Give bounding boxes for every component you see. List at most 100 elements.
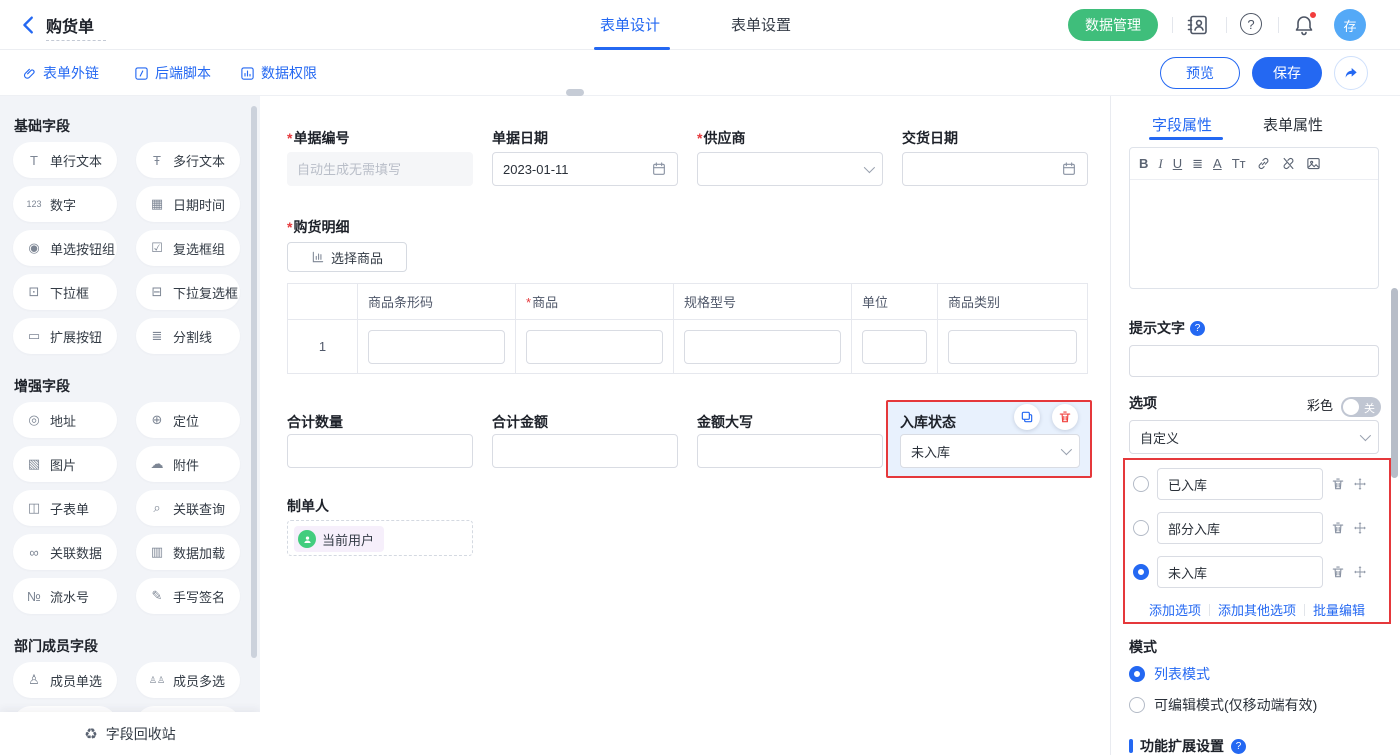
- sidebar-item-linked-query[interactable]: ⌕关联查询: [136, 490, 240, 526]
- delete-field-button[interactable]: [1052, 404, 1078, 430]
- option-value-input[interactable]: [1157, 512, 1323, 544]
- option-radio[interactable]: [1133, 520, 1149, 536]
- unit-input[interactable]: [862, 330, 927, 364]
- avatar[interactable]: 存: [1334, 9, 1366, 41]
- data-permission-link[interactable]: 数据权限: [240, 63, 317, 83]
- creator-field[interactable]: 当前用户: [287, 520, 473, 556]
- spec-input[interactable]: [684, 330, 841, 364]
- sidebar-item-datetime[interactable]: ▦日期时间: [136, 186, 240, 222]
- pick-product-button[interactable]: 选择商品: [287, 242, 407, 272]
- supplier-select[interactable]: [697, 152, 883, 186]
- hint-text-input[interactable]: [1129, 345, 1379, 377]
- notification-bell-icon[interactable]: [1292, 13, 1316, 37]
- scrollbar-thumb[interactable]: [566, 89, 584, 96]
- sidebar-item-single-line-text[interactable]: T单行文本: [13, 142, 117, 178]
- insert-image-icon[interactable]: [1306, 156, 1321, 171]
- calendar-icon: [1061, 161, 1077, 177]
- data-manage-button[interactable]: 数据管理: [1068, 9, 1158, 41]
- total-amount-input[interactable]: [492, 434, 678, 468]
- hint-help-icon[interactable]: ?: [1190, 321, 1205, 336]
- form-title[interactable]: 购货单: [46, 13, 94, 37]
- help-icon[interactable]: ?: [1240, 13, 1262, 35]
- sidebar-item-extend-button[interactable]: ▭扩展按钮: [13, 318, 117, 354]
- sidebar-item-signature[interactable]: ✎手写签名: [136, 578, 240, 614]
- category-input[interactable]: [948, 330, 1077, 364]
- sidebar-item-linked-data[interactable]: ∞关联数据: [13, 534, 117, 570]
- barcode-input[interactable]: [368, 330, 505, 364]
- save-button[interactable]: 保存: [1252, 57, 1322, 89]
- option-value-input[interactable]: [1157, 468, 1323, 500]
- preview-button[interactable]: 预览: [1160, 57, 1240, 89]
- option-radio[interactable]: [1133, 476, 1149, 492]
- color-toggle[interactable]: 关: [1341, 397, 1381, 417]
- delete-option-icon[interactable]: [1331, 477, 1345, 491]
- tab-form-properties[interactable]: 表单属性: [1263, 114, 1323, 135]
- italic-icon[interactable]: I: [1158, 156, 1162, 172]
- extension-help-icon[interactable]: ?: [1231, 739, 1246, 754]
- sidebar-item-data-load[interactable]: ▥数据加载: [136, 534, 240, 570]
- form-design-canvas: *单据编号 单据日期 2023-01-11 *供应商 交货日期 *购货明细 选择…: [260, 96, 1110, 755]
- selected-field-stock-status[interactable]: 入库状态 未入库: [886, 400, 1092, 478]
- sidebar-scrollbar-thumb[interactable]: [251, 106, 257, 658]
- richtext-content[interactable]: [1130, 180, 1378, 288]
- mode-editable[interactable]: 可编辑模式(仅移动端有效): [1129, 695, 1317, 715]
- divider: [1278, 17, 1279, 33]
- share-button[interactable]: [1334, 56, 1368, 90]
- align-icon[interactable]: ≣: [1192, 156, 1203, 172]
- sidebar-item-image[interactable]: ▧图片: [13, 446, 117, 482]
- sidebar-item-subform[interactable]: ◫子表单: [13, 490, 117, 526]
- sidebar-item-checkbox-group[interactable]: ☑复选框组: [136, 230, 240, 266]
- sidebar-item-address[interactable]: ◎地址: [13, 402, 117, 438]
- link-icon[interactable]: [1256, 156, 1271, 171]
- stock-status-select[interactable]: 未入库: [900, 434, 1080, 468]
- sidebar-item-location[interactable]: ⊕定位: [136, 402, 240, 438]
- sidebar-item-select[interactable]: ⊡下拉框: [13, 274, 117, 310]
- copy-field-button[interactable]: [1014, 404, 1040, 430]
- option-row: [1133, 512, 1383, 544]
- bold-icon[interactable]: B: [1139, 156, 1148, 171]
- sidebar-item-attachment[interactable]: ☁附件: [136, 446, 240, 482]
- sidebar-item-member-multi[interactable]: ♙♙成员多选: [136, 662, 240, 698]
- tab-field-properties[interactable]: 字段属性: [1152, 114, 1212, 135]
- product-input[interactable]: [526, 330, 663, 364]
- delete-option-icon[interactable]: [1331, 521, 1345, 535]
- unlink-icon[interactable]: [1281, 156, 1296, 171]
- col-category: 商品类别: [938, 284, 1088, 320]
- contacts-book-icon[interactable]: [1186, 13, 1210, 37]
- option-value-input[interactable]: [1157, 556, 1323, 588]
- underline-icon[interactable]: U: [1173, 156, 1182, 171]
- font-color-icon[interactable]: A: [1213, 156, 1222, 171]
- back-button[interactable]: [18, 14, 40, 36]
- field-recycle-bin[interactable]: ♻ 字段回收站: [0, 712, 260, 755]
- tab-form-design[interactable]: 表单设计: [600, 14, 660, 35]
- sidebar-item-number[interactable]: 123数字: [13, 186, 117, 222]
- tab-form-settings[interactable]: 表单设置: [731, 14, 791, 35]
- doc-date-input[interactable]: 2023-01-11: [492, 152, 678, 186]
- sidebar-item-multi-select[interactable]: ⊟下拉复选框: [136, 274, 240, 310]
- sidebar-item-member-single[interactable]: ♙成员单选: [13, 662, 117, 698]
- batch-edit-link[interactable]: 批量编辑: [1313, 600, 1365, 619]
- label-richtext-editor[interactable]: B I U ≣ A Tᴛ: [1129, 147, 1379, 289]
- mode-list[interactable]: 列表模式: [1129, 664, 1210, 684]
- sidebar-item-radio-group[interactable]: ◉单选按钮组: [13, 230, 117, 266]
- panel-scrollbar-thumb[interactable]: [1391, 288, 1398, 478]
- doc-no-input[interactable]: [287, 152, 473, 186]
- copy-icon: [1020, 410, 1034, 424]
- delete-option-icon[interactable]: [1331, 565, 1345, 579]
- move-option-icon[interactable]: [1353, 521, 1367, 535]
- delivery-date-input[interactable]: [902, 152, 1088, 186]
- add-other-option-link[interactable]: 添加其他选项: [1218, 600, 1296, 619]
- backend-script-link[interactable]: 后端脚本: [134, 63, 211, 83]
- move-option-icon[interactable]: [1353, 565, 1367, 579]
- total-qty-input[interactable]: [287, 434, 473, 468]
- add-option-link[interactable]: 添加选项: [1149, 600, 1201, 619]
- option-radio-selected[interactable]: [1133, 564, 1149, 580]
- font-size-icon[interactable]: Tᴛ: [1232, 156, 1246, 171]
- amount-words-input[interactable]: [697, 434, 883, 468]
- sidebar-item-multi-line-text[interactable]: Ŧ多行文本: [136, 142, 240, 178]
- option-source-select[interactable]: 自定义: [1129, 420, 1379, 454]
- sidebar-item-serial-number[interactable]: №流水号: [13, 578, 117, 614]
- sidebar-item-divider[interactable]: ≣分割线: [136, 318, 240, 354]
- form-external-link[interactable]: 表单外链: [22, 63, 99, 83]
- move-option-icon[interactable]: [1353, 477, 1367, 491]
